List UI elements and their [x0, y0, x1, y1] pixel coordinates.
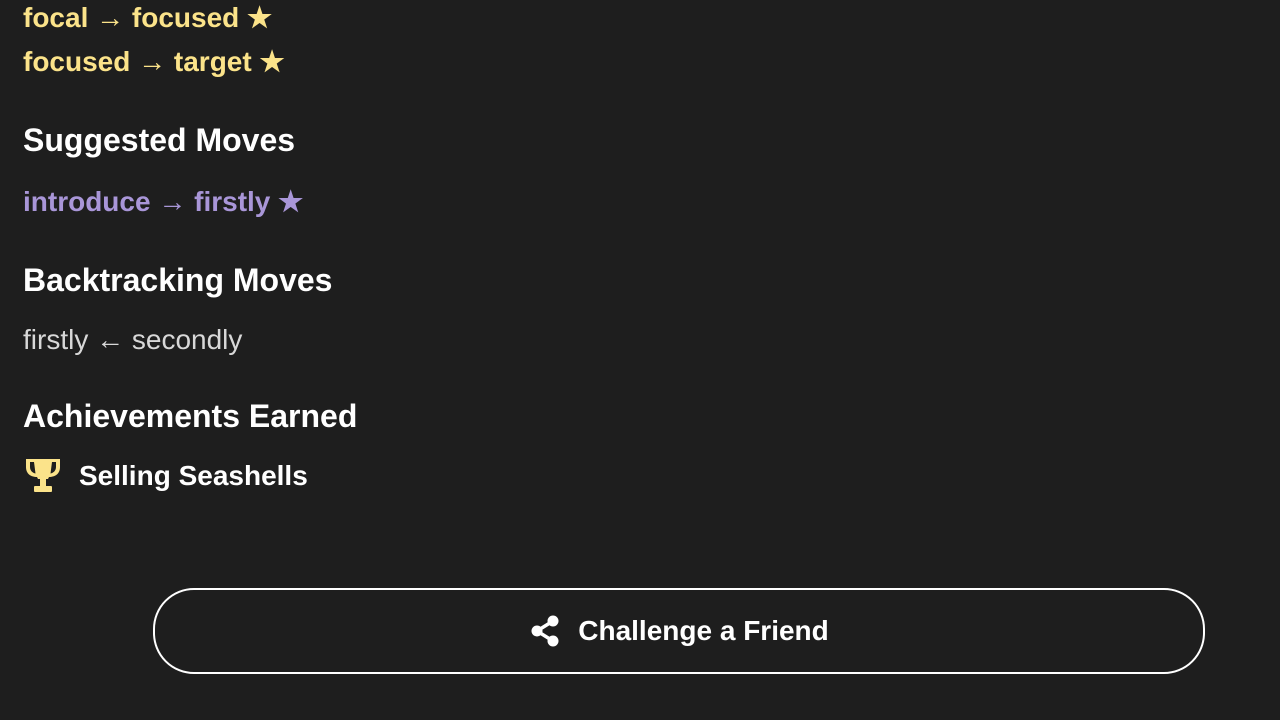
- suggested-moves-heading: Suggested Moves: [23, 122, 296, 158]
- challenge-friend-button[interactable]: Challenge a Friend: [153, 588, 1205, 674]
- achievement-label: Selling Seashells: [79, 460, 308, 491]
- optimal-move-1: focal → focused ★: [23, 2, 273, 33]
- achievements-heading: Achievements Earned: [23, 398, 358, 434]
- share-icon: [529, 614, 561, 648]
- challenge-friend-label: Challenge a Friend: [578, 615, 829, 646]
- suggested-move-1: introduce → firstly ★: [23, 186, 304, 217]
- backtracking-moves-heading: Backtracking Moves: [23, 262, 333, 298]
- trophy-icon: [24, 458, 62, 494]
- optimal-move-2: focused → target ★: [23, 46, 285, 77]
- achievement-item: Selling Seashells: [24, 458, 308, 494]
- backtracking-move-1: firstly ← secondly: [23, 324, 243, 355]
